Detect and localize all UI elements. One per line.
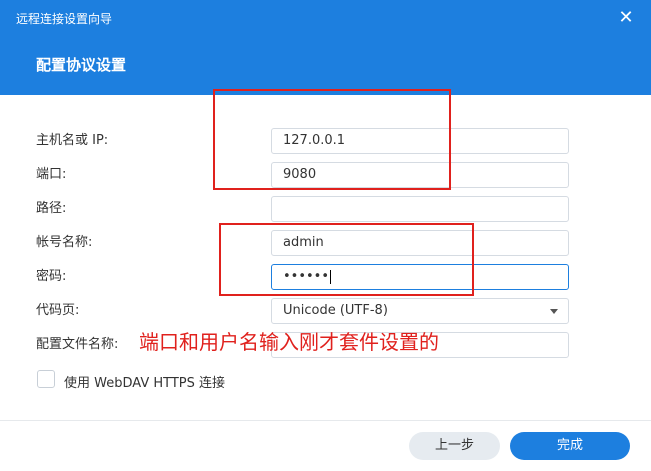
codepage-label: 代码页: — [36, 303, 80, 318]
path-label: 路径: — [36, 201, 67, 216]
codepage-select[interactable]: Unicode (UTF-8) — [271, 298, 569, 324]
dialog-header: 远程连接设置向导 ✕ 配置协议设置 — [0, 0, 651, 95]
https-checkbox-label: 使用 WebDAV HTTPS 连接 — [64, 376, 225, 391]
codepage-value: Unicode (UTF-8) — [283, 303, 388, 318]
host-label: 主机名或 IP: — [36, 133, 109, 148]
annotation-highlight-box — [219, 223, 474, 296]
window-title: 远程连接设置向导 — [16, 12, 113, 26]
chevron-down-icon — [550, 309, 558, 314]
previous-button[interactable]: 上一步 — [409, 432, 500, 460]
https-checkbox[interactable] — [37, 370, 55, 388]
password-label: 密码: — [36, 269, 67, 284]
annotation-highlight-box — [213, 89, 451, 190]
port-label: 端口: — [36, 167, 67, 182]
close-icon[interactable]: ✕ — [615, 7, 637, 29]
config-name-label: 配置文件名称: — [36, 337, 119, 352]
done-button[interactable]: 完成 — [510, 432, 630, 460]
annotation-text: 端口和用户名输入刚才套件设置的 — [139, 330, 439, 354]
account-label: 帐号名称: — [36, 235, 93, 250]
path-input[interactable] — [271, 196, 569, 222]
page-title: 配置协议设置 — [36, 56, 127, 74]
